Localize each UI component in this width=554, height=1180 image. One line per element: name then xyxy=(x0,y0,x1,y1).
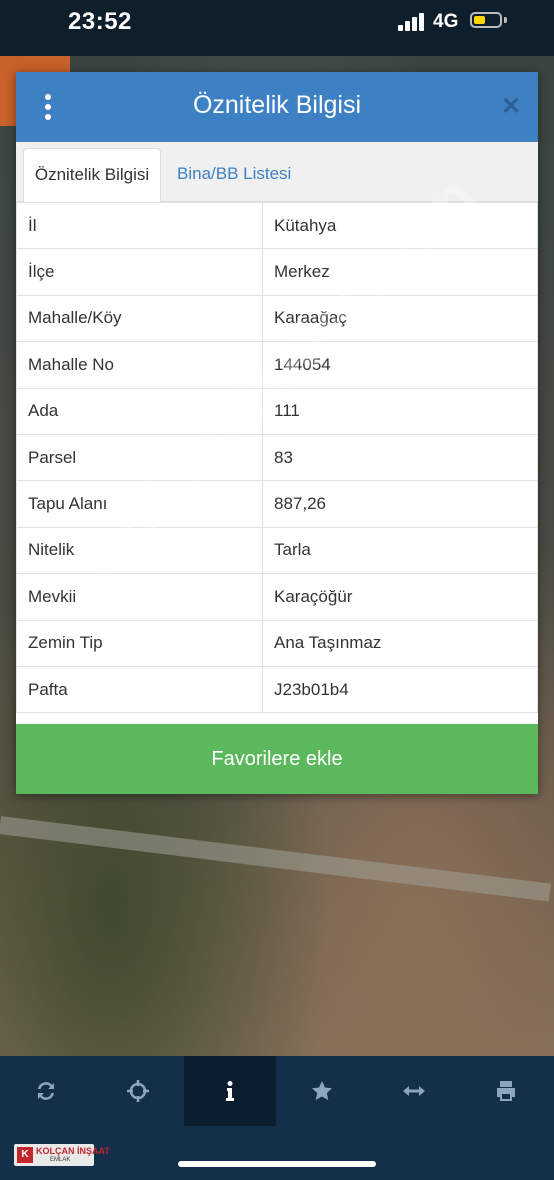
favorites-button[interactable] xyxy=(276,1056,368,1126)
status-bar: 23:52 4G xyxy=(0,0,554,56)
info-icon xyxy=(226,1081,234,1101)
bottom-toolbar xyxy=(0,1056,554,1126)
attribute-value: Tarla xyxy=(262,526,538,575)
company-logo: K KOLÇAN İNŞAAT EMLAK xyxy=(14,1144,110,1166)
tab-attribute-info[interactable]: Öznitelik Bilgisi xyxy=(23,148,161,202)
attribute-label: İlçe xyxy=(16,248,263,296)
crosshair-icon xyxy=(127,1080,149,1102)
logo-mark: K xyxy=(17,1147,33,1163)
network-label: 4G xyxy=(433,11,459,32)
add-to-favorites-button[interactable]: Favorilere ekle xyxy=(16,724,538,794)
dialog-title: Öznitelik Bilgisi xyxy=(192,91,362,119)
table-row: Pafta J23b01b4 xyxy=(16,665,538,714)
logo-text: KOLÇAN İNŞAAT xyxy=(36,1146,110,1156)
attribute-label: Mahalle/Köy xyxy=(16,294,263,343)
horizontal-arrows-icon xyxy=(403,1086,425,1096)
star-icon xyxy=(312,1081,332,1101)
map-road xyxy=(0,816,551,902)
table-row: Parsel 83 xyxy=(16,433,538,482)
attribute-label: Pafta xyxy=(16,665,263,714)
attribute-label: İl xyxy=(16,201,263,250)
attribute-value: Karaçöğür xyxy=(262,573,538,621)
attribute-label: Tapu Alanı xyxy=(16,480,263,528)
logo-subtext: EMLAK xyxy=(50,1157,71,1163)
close-icon[interactable]: ✕ xyxy=(500,94,522,120)
attribute-label: Ada xyxy=(16,387,263,435)
refresh-button[interactable] xyxy=(0,1056,92,1126)
refresh-icon xyxy=(38,1082,54,1100)
locate-button[interactable] xyxy=(92,1056,184,1126)
table-row: Tapu Alanı 887,26 xyxy=(16,480,538,528)
dialog-header: Öznitelik Bilgisi ✕ xyxy=(16,72,538,142)
table-row: Mahalle/Köy Karaağaç xyxy=(16,294,538,343)
attribute-label: Mahalle No xyxy=(16,341,263,389)
table-row: Zemin Tip Ana Taşınmaz xyxy=(16,619,538,667)
table-row: Mahalle No 144054 xyxy=(16,341,538,389)
attribute-label: Parsel xyxy=(16,433,263,482)
tab-bar: Öznitelik Bilgisi Bina/BB Listesi xyxy=(16,142,538,202)
signal-icon xyxy=(398,13,426,31)
attribute-dialog: Öznitelik Bilgisi ✕ Öznitelik Bilgisi Bi… xyxy=(16,72,538,794)
print-button[interactable] xyxy=(460,1056,552,1126)
attribute-value: Ana Taşınmaz xyxy=(262,619,538,667)
table-row: İlçe Merkez xyxy=(16,248,538,296)
table-row: İl Kütahya xyxy=(16,201,538,250)
attribute-value: J23b01b4 xyxy=(262,665,538,714)
home-indicator[interactable] xyxy=(178,1161,376,1167)
attribute-value: 887,26 xyxy=(262,480,538,528)
tab-building-list[interactable]: Bina/BB Listesi xyxy=(177,148,291,202)
attribute-value: 111 xyxy=(262,387,538,435)
attribute-label: Mevkii xyxy=(16,573,263,621)
battery-tip xyxy=(504,17,507,23)
attribute-label: Zemin Tip xyxy=(16,619,263,667)
attribute-value: 144054 xyxy=(262,341,538,389)
attribute-value: Karaağaç xyxy=(262,294,538,343)
attribute-table: İl Kütahya İlçe Merkez Mahalle/Köy Karaağaç Ma… xyxy=(16,201,538,714)
info-button[interactable] xyxy=(184,1056,276,1126)
attribute-value: Kütahya xyxy=(262,201,538,250)
attribute-value: Merkez xyxy=(262,248,538,296)
home-bar-area: K KOLÇAN İNŞAAT EMLAK xyxy=(0,1126,554,1180)
measure-button[interactable] xyxy=(368,1056,460,1126)
status-time: 23:52 xyxy=(68,8,132,35)
battery-icon xyxy=(470,12,502,28)
printer-icon xyxy=(497,1081,515,1101)
table-row: Mevkii Karaçöğür xyxy=(16,573,538,621)
attribute-label: Nitelik xyxy=(16,526,263,575)
table-row: Ada 111 xyxy=(16,387,538,435)
table-row: Nitelik Tarla xyxy=(16,526,538,575)
attribute-value: 83 xyxy=(262,433,538,482)
